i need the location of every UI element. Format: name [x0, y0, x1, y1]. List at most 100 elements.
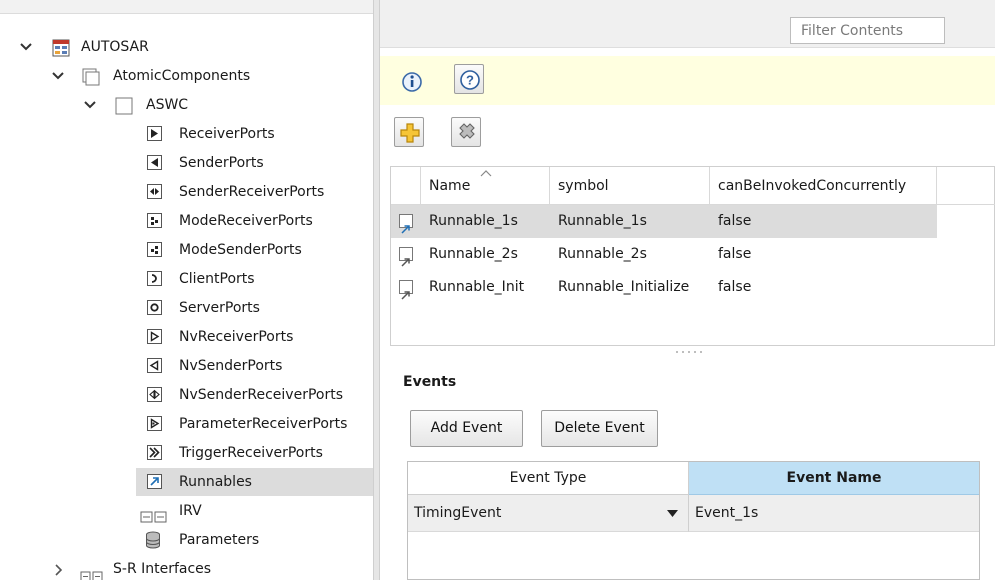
delete-button[interactable]: [451, 117, 481, 147]
tree-item-receiver-ports[interactable]: ReceiverPorts: [136, 120, 373, 148]
tree-label: ServerPorts: [179, 300, 260, 316]
filter-contents-input[interactable]: [790, 17, 945, 44]
mode-sender-port-icon: [147, 242, 162, 257]
tree-item-nv-sender-receiver-ports[interactable]: NvSenderReceiverPorts: [136, 381, 373, 409]
filter-bar: [380, 0, 995, 48]
column-label: symbol: [558, 178, 609, 194]
event-type-select[interactable]: TimingEvent: [408, 495, 689, 532]
tree-label: IRV: [179, 503, 202, 519]
add-button[interactable]: [394, 117, 424, 147]
tree-label: NvSenderPorts: [179, 358, 283, 374]
column-header-event-name[interactable]: Event Name: [689, 462, 979, 495]
runnable-icon: [147, 474, 162, 489]
tree-top-bar: [0, 0, 373, 14]
chevron-down-icon[interactable]: [52, 62, 66, 90]
cell-name[interactable]: Runnable_Init: [429, 271, 524, 304]
tree-label: NvReceiverPorts: [179, 329, 294, 345]
tree-item-nv-receiver-ports[interactable]: NvReceiverPorts: [136, 323, 373, 351]
tree-item-trigger-receiver-ports[interactable]: TriggerReceiverPorts: [136, 439, 373, 467]
tree-item-runnables[interactable]: Runnables: [136, 468, 373, 496]
details-panel: ? Name symbol canBeInvokedConcurrently: [380, 0, 995, 580]
tree-label: ModeReceiverPorts: [179, 213, 313, 229]
component-icon: [115, 97, 133, 115]
tree-item-sender-ports[interactable]: SenderPorts: [136, 149, 373, 177]
sort-ascending-icon: [480, 170, 492, 177]
runnable-icon: [399, 247, 413, 267]
help-button[interactable]: ?: [454, 64, 484, 94]
events-heading: Events: [403, 374, 457, 390]
tree-node-autosar[interactable]: AUTOSAR: [0, 33, 373, 61]
column-header-event-type[interactable]: Event Type: [408, 462, 689, 495]
tree-node-sr-interfaces[interactable]: S-R Interfaces: [0, 555, 373, 580]
tree-label: SenderPorts: [179, 155, 264, 171]
tree-item-sender-receiver-ports[interactable]: SenderReceiverPorts: [136, 178, 373, 206]
tree-item-server-ports[interactable]: ServerPorts: [136, 294, 373, 322]
event-name-cell[interactable]: Event_1s: [689, 495, 979, 532]
chevron-down-icon[interactable]: [84, 91, 98, 119]
cell-concurrent[interactable]: false: [718, 205, 751, 238]
tree-label: ReceiverPorts: [179, 126, 275, 142]
autosar-package-icon: [52, 39, 70, 57]
column-header-name[interactable]: Name: [421, 167, 550, 205]
tree-label: TriggerReceiverPorts: [179, 445, 323, 461]
nv-sender-port-icon: [147, 358, 162, 373]
server-port-icon: [147, 300, 162, 315]
delete-event-button[interactable]: Delete Event: [541, 410, 658, 447]
info-icon[interactable]: [396, 66, 426, 96]
tree-node-atomic-components[interactable]: AtomicComponents: [0, 62, 373, 90]
tree-label: ClientPorts: [179, 271, 255, 287]
tree-label: Runnables: [179, 474, 252, 490]
runnable-icon: [399, 214, 413, 234]
table-row[interactable]: Runnable_1s Runnable_1s false: [391, 205, 995, 238]
resize-grip-icon[interactable]: [674, 349, 704, 355]
tree-item-mode-sender-ports[interactable]: ModeSenderPorts: [136, 236, 373, 264]
cell-concurrent[interactable]: false: [718, 238, 751, 271]
cell-symbol[interactable]: Runnable_2s: [558, 238, 647, 271]
table-row[interactable]: Runnable_2s Runnable_2s false: [391, 238, 995, 271]
tree-label: ParameterReceiverPorts: [179, 416, 348, 432]
dropdown-arrow-icon: [667, 510, 678, 517]
sender-port-icon: [147, 155, 162, 170]
cell-name[interactable]: Runnable_2s: [429, 238, 518, 271]
cell-symbol[interactable]: Runnable_Initialize: [558, 271, 689, 304]
table-row[interactable]: Runnable_Init Runnable_Initialize false: [391, 271, 995, 304]
chevron-right-icon[interactable]: [54, 555, 68, 580]
tree-item-nv-sender-ports[interactable]: NvSenderPorts: [136, 352, 373, 380]
mode-receiver-port-icon: [147, 213, 162, 228]
tree-node-aswc[interactable]: ASWC: [0, 91, 373, 119]
tree-item-mode-receiver-ports[interactable]: ModeReceiverPorts: [136, 207, 373, 235]
tree-item-parameter-receiver-ports[interactable]: ParameterReceiverPorts: [136, 410, 373, 438]
tree-item-parameters[interactable]: Parameters: [136, 526, 373, 554]
add-event-button[interactable]: Add Event: [410, 410, 523, 447]
client-port-icon: [147, 271, 162, 286]
column-header-symbol[interactable]: symbol: [550, 167, 710, 205]
tree-item-irv[interactable]: IRV: [136, 497, 373, 525]
events-table: Event Type Event Name TimingEvent Event_…: [407, 461, 980, 580]
runnable-icon: [399, 280, 413, 300]
folder-stack-icon: [82, 68, 100, 86]
event-type-value: TimingEvent: [414, 505, 502, 521]
sender-receiver-port-icon: [147, 184, 162, 199]
cell-symbol[interactable]: Runnable_1s: [558, 205, 647, 238]
irv-icon: [140, 505, 168, 523]
nv-receiver-port-icon: [147, 329, 162, 344]
tree-label: ModeSenderPorts: [179, 242, 302, 258]
info-bar: ?: [380, 56, 995, 105]
database-icon: [145, 531, 161, 549]
tree-label: SenderReceiverPorts: [179, 184, 325, 200]
tree-label: NvSenderReceiverPorts: [179, 387, 344, 403]
chevron-down-icon[interactable]: [20, 33, 34, 61]
table-header: Name symbol canBeInvokedConcurrently: [391, 167, 995, 205]
panel-splitter[interactable]: [373, 0, 380, 580]
parameter-receiver-port-icon: [147, 416, 162, 431]
tree-item-client-ports[interactable]: ClientPorts: [136, 265, 373, 293]
tree-label: AUTOSAR: [81, 39, 149, 55]
column-header-can-be-invoked-concurrently[interactable]: canBeInvokedConcurrently: [710, 167, 937, 205]
tree-panel: AUTOSAR AtomicComponents ASWC ReceiverPo…: [0, 0, 373, 580]
receiver-port-icon: [147, 126, 162, 141]
cell-name[interactable]: Runnable_1s: [429, 205, 518, 238]
tree-label: S-R Interfaces: [113, 561, 212, 577]
nv-sender-receiver-port-icon: [147, 387, 162, 402]
cell-concurrent[interactable]: false: [718, 271, 751, 304]
column-label: canBeInvokedConcurrently: [718, 178, 907, 194]
